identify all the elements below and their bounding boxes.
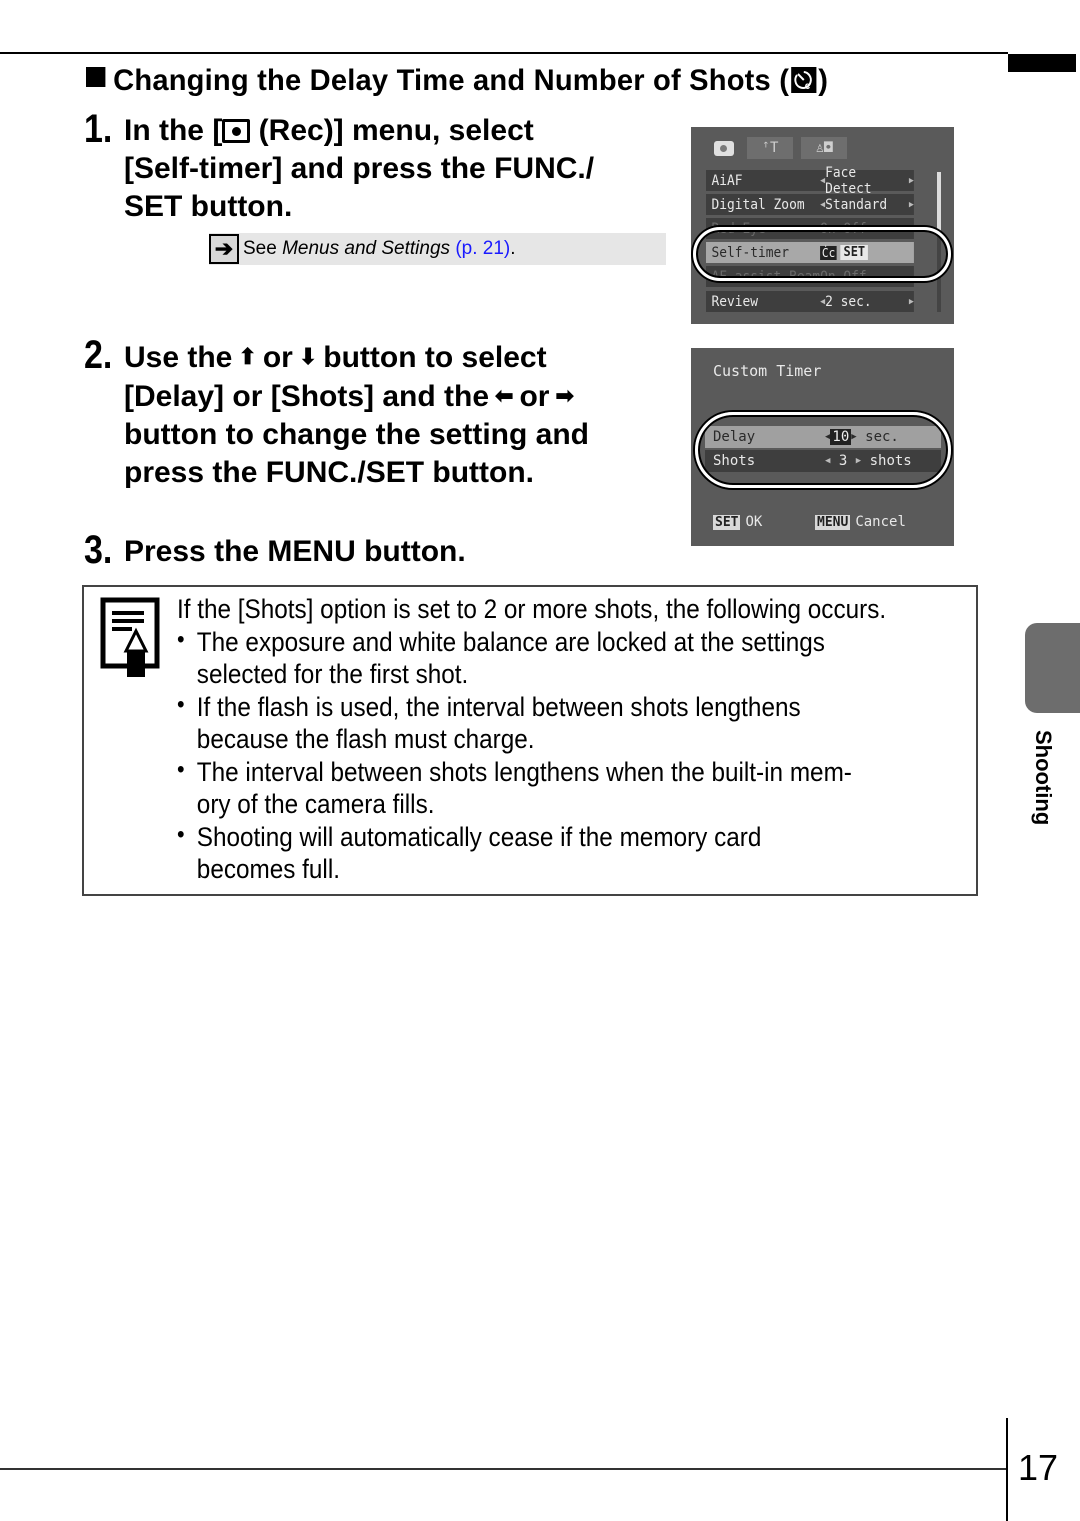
note-bullet: Shooting will automatically cease if the… [177,819,886,886]
top-rule [0,52,1008,54]
note-bullet: If the flash is used, the interval betwe… [177,689,886,756]
bottom-rule [0,1468,1008,1470]
note-intro: If the [Shots] option is set to 2 or mor… [177,594,887,624]
highlight-oval [693,227,951,281]
left-arrow-icon: ⬅ [495,383,514,408]
custom-self-timer-icon: c [791,67,817,93]
custom-timer-title: Custom Timer [713,362,822,380]
see-prefix: See [243,238,277,259]
tools-icon: ꜛT [761,140,779,156]
see-title: Menus and Settings [282,238,451,259]
step-3-text: Press the MENU button. [124,535,466,568]
step-1-line-2: [Self-timer] and press the FUNC./ [124,152,595,185]
cancel-hint: MENU Cancel [815,514,906,530]
note-bullet: The interval between shots lengthens whe… [177,754,886,821]
note-bullet: The exposure and white balance are locke… [177,624,886,691]
step-2-line-2: [Delay] or [Shots] and the ⬅ or ➡ [124,377,589,416]
custom-timer-screen: Custom Timer Delay ◀ 10 ▶ sec. Shots ◀ 3 ▶ s… [691,348,954,546]
see-suffix: . [510,238,516,259]
step-2-line-1: Use the ⬆ or ⬇ button to select [124,338,589,377]
ok-hint: SET OK [713,514,763,530]
step-1-line-1: In the [ (Rec)] menu, select [124,114,534,147]
my-menu-icon: ♙◘ [815,140,833,156]
down-arrow-icon: ⬇ [298,344,318,369]
memo-pencil-icon [100,597,160,677]
rec-camera-icon [222,119,251,143]
section-title-close: ) [818,64,829,97]
menu-row-review: Review ◀ 2 sec. ▶ [706,291,914,312]
step-number: 3. [84,528,113,572]
right-arrow-icon: ➡ [555,383,574,408]
menu-row-aiaf: AiAF ◀ Face Detect ▶ [706,165,914,197]
page-number: 17 [1018,1447,1059,1488]
note-box: If the [Shots] option is set to 2 or mor… [82,585,978,896]
step-2-line-3: button to change the setting and [124,418,589,451]
camera-icon [714,140,734,156]
corner-block [1008,54,1076,72]
tab-my-menu: ♙◘ [801,137,847,159]
see-reference: ➔ See Menus and Settings (p. 21). [209,233,666,265]
step-number: 1. [84,107,113,151]
bottom-vertical-rule [1006,1418,1008,1521]
chapter-tab [1025,623,1080,713]
tab-tools: ꜛT [747,137,793,159]
highlight-oval [695,412,951,488]
square-bullet-icon [86,67,106,87]
chapter-label: Shooting [1031,730,1056,826]
svg-text:c: c [805,81,811,91]
page-link[interactable]: (p. 21) [455,238,510,260]
menu-tabs: ꜛT ♙◘ [709,137,847,159]
note-text: If the [Shots] option is set to 2 or mor… [177,593,886,886]
tab-camera [709,137,739,159]
section-title-text: Changing the Delay Time and Number of Sh… [113,64,790,97]
step-1-line-3: SET button. [124,190,293,223]
camera-menu-screen: ꜛT ♙◘ AiAF ◀ Face Detect ▶ Digital Zoom ◀ Sta… [691,127,954,324]
section-title: Changing the Delay Time and Number of Sh… [86,64,828,98]
up-arrow-icon: ⬆ [238,344,257,369]
arrow-right-icon: ➔ [209,234,239,264]
step-2-line-4: press the FUNC./SET button. [124,456,535,489]
step-number: 2. [84,333,113,377]
menu-row-digital-zoom: Digital Zoom ◀ Standard ▶ [706,194,914,215]
